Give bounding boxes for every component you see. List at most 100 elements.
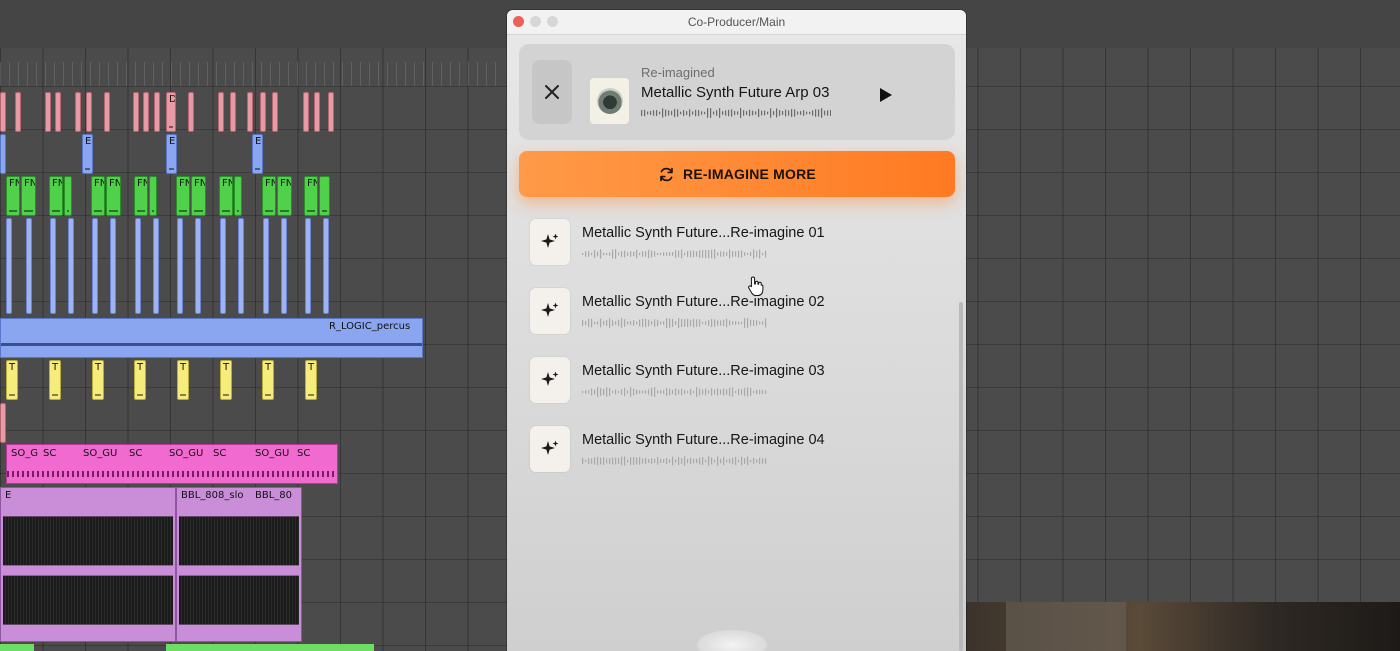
clip[interactable]: [154, 92, 160, 132]
clip-magenta-strip[interactable]: SO_G SC SO_GU SC SO_GU SC SO_GU SC: [6, 444, 338, 484]
clip[interactable]: [6, 218, 12, 314]
clip[interactable]: [0, 403, 6, 443]
result-waveform[interactable]: [582, 456, 768, 466]
waveform-tick: [663, 252, 665, 256]
dismiss-button[interactable]: [532, 60, 572, 124]
clip[interactable]: [135, 218, 141, 314]
clip[interactable]: [15, 92, 21, 132]
clip[interactable]: [45, 92, 51, 132]
result-waveform[interactable]: [582, 249, 768, 259]
clip[interactable]: [230, 92, 236, 132]
clip[interactable]: [272, 92, 278, 132]
clip[interactable]: E: [82, 134, 93, 174]
clip[interactable]: FN: [134, 176, 148, 216]
now-playing-waveform[interactable]: [641, 108, 831, 118]
clip[interactable]: FN: [106, 176, 121, 216]
clip-waveform: [3, 516, 173, 625]
clip[interactable]: [64, 176, 72, 216]
clip[interactable]: [55, 92, 61, 132]
waveform-tick: [759, 457, 761, 465]
result-waveform[interactable]: [582, 318, 768, 328]
clip[interactable]: E: [252, 134, 263, 174]
play-button[interactable]: [875, 84, 897, 106]
clip[interactable]: FN: [219, 176, 233, 216]
clip[interactable]: [263, 218, 269, 314]
clip[interactable]: FN: [176, 176, 190, 216]
clip[interactable]: [149, 176, 157, 216]
clip[interactable]: T: [92, 360, 104, 400]
clip[interactable]: [323, 218, 329, 314]
clip[interactable]: [220, 218, 226, 314]
clip[interactable]: [0, 134, 6, 174]
clip-label: SO_GU: [83, 448, 118, 459]
result-item-2[interactable]: Metallic Synth Future...Re-imagine 02: [530, 288, 930, 336]
clip[interactable]: [188, 92, 194, 132]
clip-logic-percus[interactable]: R_LOGIC_percus: [0, 318, 423, 358]
clip[interactable]: FN: [49, 176, 63, 216]
clip[interactable]: T: [262, 360, 274, 400]
clip[interactable]: [153, 218, 159, 314]
clip[interactable]: [319, 176, 330, 216]
scrollbar[interactable]: [959, 302, 963, 651]
waveform-tick: [639, 457, 641, 465]
waveform-tick: [603, 388, 605, 396]
clip[interactable]: T: [6, 360, 18, 400]
waveform-tick: [633, 388, 635, 396]
clip[interactable]: [177, 218, 183, 314]
clip[interactable]: [104, 92, 110, 132]
waveform-tick: [738, 321, 740, 325]
clip[interactable]: T: [134, 360, 146, 400]
clip[interactable]: [86, 92, 92, 132]
clip[interactable]: [75, 92, 81, 132]
clip-purple-a[interactable]: E: [0, 487, 176, 642]
clip[interactable]: [303, 92, 309, 132]
clip[interactable]: [260, 92, 266, 132]
clip[interactable]: [328, 92, 334, 132]
clip[interactable]: [281, 218, 287, 314]
clip[interactable]: FN: [91, 176, 105, 216]
clip[interactable]: T: [305, 360, 317, 400]
clip[interactable]: [247, 92, 253, 132]
clip-green-bottom[interactable]: [0, 644, 34, 651]
clip[interactable]: E: [166, 134, 177, 174]
clip[interactable]: FN: [262, 176, 276, 216]
clip[interactable]: [195, 218, 201, 314]
clip-purple-b[interactable]: BBL_808_slo BBL_80: [176, 487, 302, 642]
reimagine-more-button[interactable]: RE-IMAGINE MORE: [519, 151, 955, 197]
waveform-tick: [653, 110, 655, 116]
clip-green-bottom[interactable]: [166, 644, 374, 651]
waveform-tick: [648, 389, 650, 395]
clip[interactable]: FN: [304, 176, 318, 216]
clip[interactable]: [133, 92, 139, 132]
clip[interactable]: FN: [21, 176, 36, 216]
result-waveform[interactable]: [582, 387, 768, 397]
result-item-3[interactable]: Metallic Synth Future...Re-imagine 03: [530, 357, 930, 405]
clip[interactable]: [238, 218, 244, 314]
clip[interactable]: [26, 218, 32, 314]
waveform-tick: [747, 387, 749, 397]
waveform-tick: [738, 250, 740, 258]
clip[interactable]: [218, 92, 224, 132]
clip[interactable]: FN: [191, 176, 206, 216]
waveform-tick: [818, 109, 820, 117]
clip[interactable]: T: [49, 360, 61, 400]
clip[interactable]: T: [220, 360, 232, 400]
clip[interactable]: [143, 92, 149, 132]
clip-label: FN: [137, 178, 147, 189]
clip[interactable]: [50, 218, 56, 314]
clip[interactable]: [234, 176, 242, 216]
clip[interactable]: [92, 218, 98, 314]
waveform-tick: [806, 111, 808, 115]
clip[interactable]: [110, 218, 116, 314]
clip[interactable]: FN: [6, 176, 20, 216]
clip[interactable]: [68, 218, 74, 314]
clip[interactable]: [0, 92, 6, 132]
clip[interactable]: [314, 92, 320, 132]
result-item-4[interactable]: Metallic Synth Future...Re-imagine 04: [530, 426, 930, 474]
clip[interactable]: FN: [277, 176, 292, 216]
clip[interactable]: D: [166, 92, 176, 132]
result-item-1[interactable]: Metallic Synth Future...Re-imagine 01: [530, 219, 930, 267]
clip[interactable]: T: [177, 360, 189, 400]
waveform-tick: [630, 251, 632, 257]
clip[interactable]: [305, 218, 311, 314]
